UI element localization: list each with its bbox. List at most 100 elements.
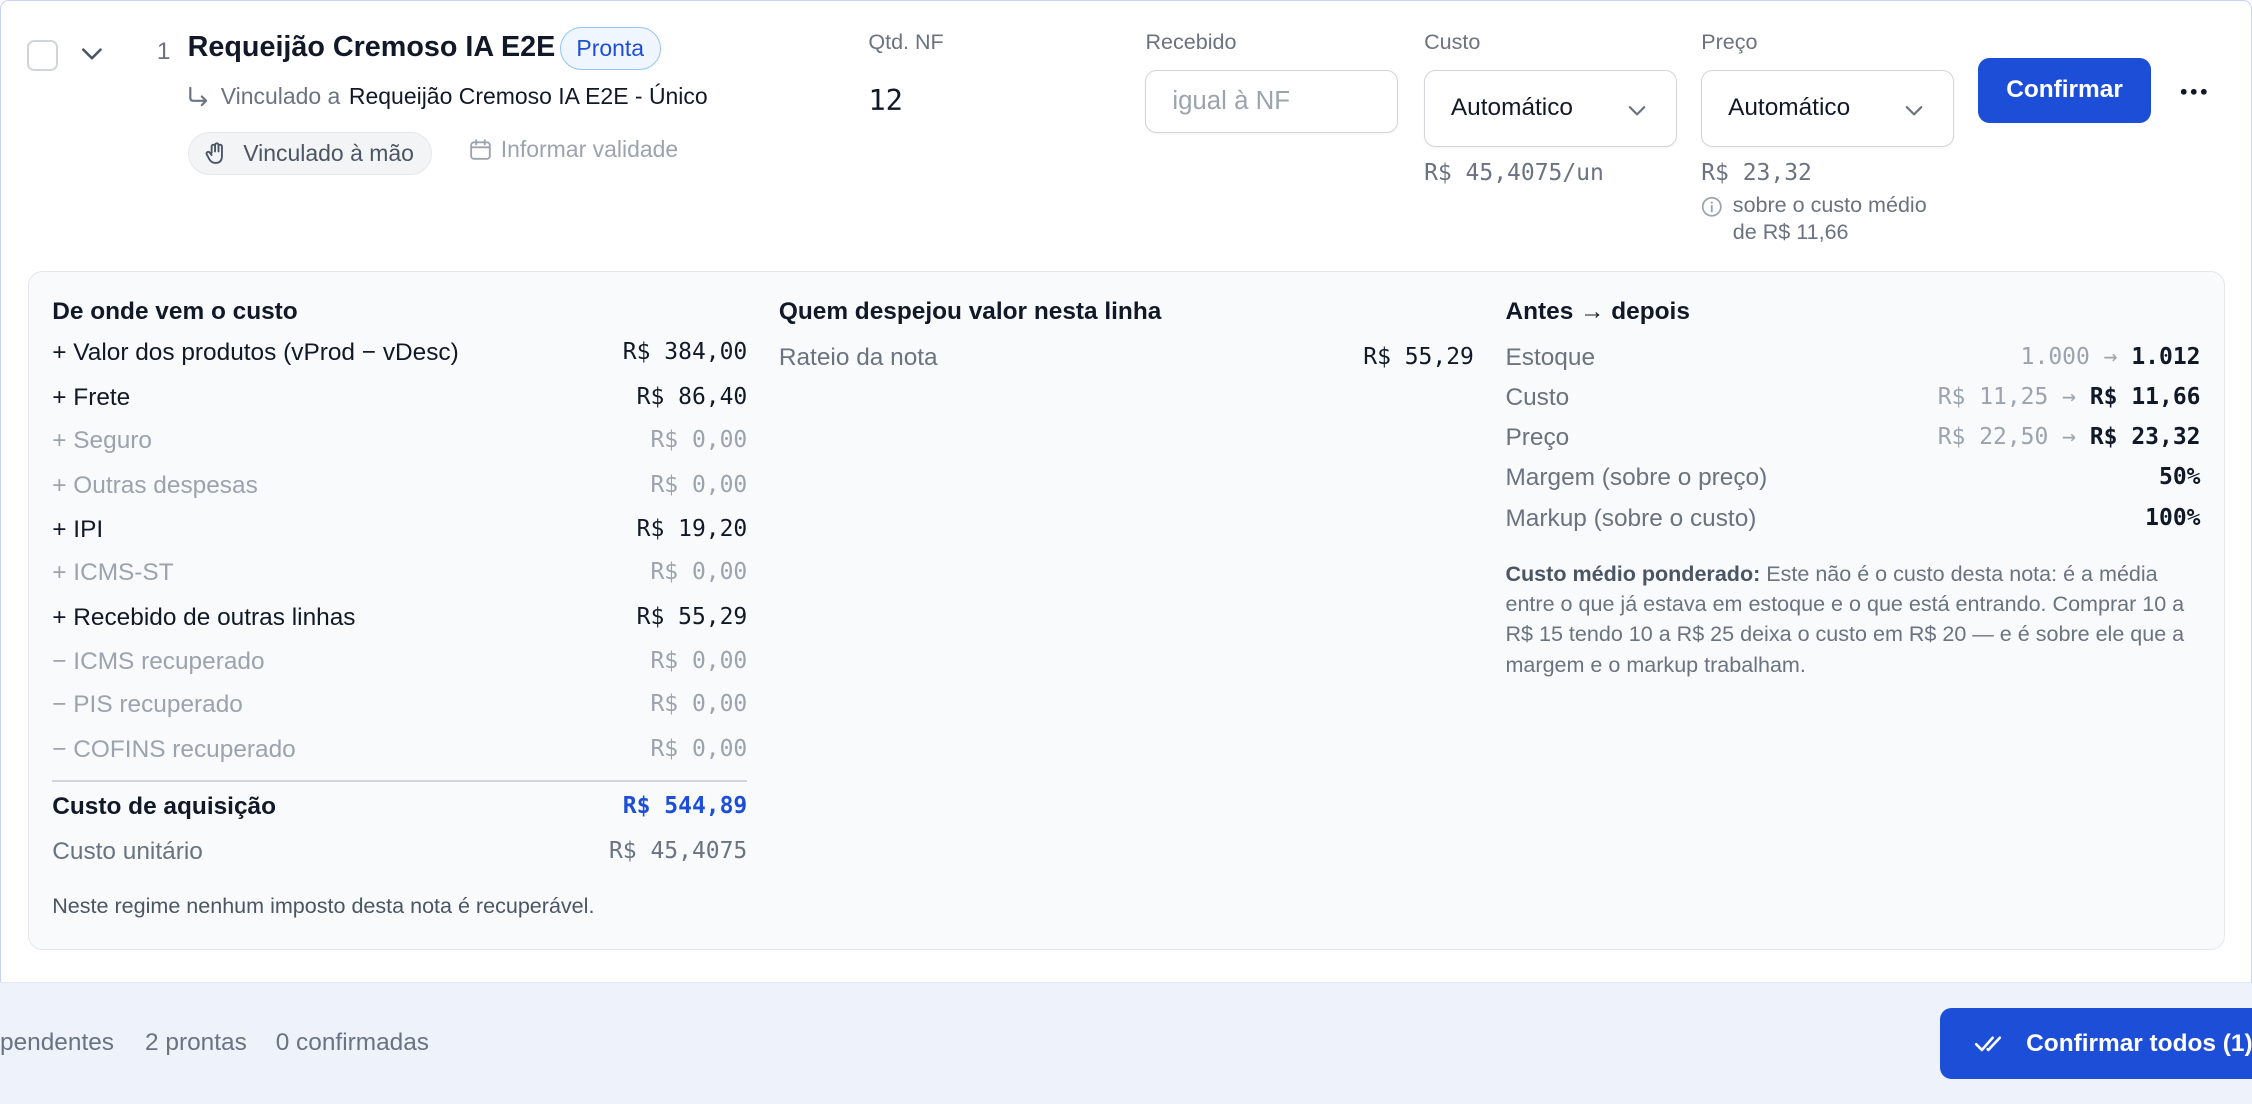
preco-label: Preço xyxy=(1701,29,1758,54)
divider xyxy=(52,780,748,782)
preco-select-value: Automático xyxy=(1728,93,1851,121)
cost-line-value: R$ 19,20 xyxy=(636,516,748,543)
cost-line-label: − PIS recuperado xyxy=(52,691,243,719)
confirm-all-label: Confirmar todos (1) xyxy=(2026,1029,2252,1057)
after-value: 1.012 xyxy=(2131,343,2201,370)
contributor-line: Rateio da nota R$ 55,29 xyxy=(779,344,1474,378)
cost-line-label: + ICMS-ST xyxy=(52,559,174,587)
double-check-icon xyxy=(1975,1036,2002,1052)
after-value: 100% xyxy=(2145,504,2201,531)
recebido-label: Recebido xyxy=(1145,29,1237,54)
cost-line-label: + Outras despesas xyxy=(52,471,258,499)
cost-line-value: R$ 384,00 xyxy=(622,339,748,366)
info-icon xyxy=(1702,197,1722,217)
link-method-label: Vinculado à mão xyxy=(243,139,414,166)
before-after-row: Margem (sobre o preço) 50% xyxy=(1505,464,2200,498)
confirmed-count: 0 confirmadas xyxy=(275,1029,429,1057)
row-checkbox[interactable] xyxy=(26,39,59,72)
preco-select[interactable]: Automático xyxy=(1701,69,1954,148)
status-badge: Pronta xyxy=(559,26,661,70)
row-number: 1 xyxy=(156,38,171,66)
preco-hint: sobre o custo médio de R$ 11,66 xyxy=(1701,192,1945,247)
chevron-down-icon xyxy=(1905,105,1923,116)
before-value: R$ 22,50 xyxy=(1937,424,2049,451)
before-after-row: Preço R$ 22,50 → R$ 23,32 xyxy=(1505,424,2200,458)
before-after-title: Antes → depois xyxy=(1505,297,1690,325)
cost-line-value: R$ 86,40 xyxy=(636,383,748,410)
cost-line-value: R$ 0,00 xyxy=(650,735,748,762)
cost-line-label: + Seguro xyxy=(52,427,152,455)
unit-cost-value: R$ 45,4075 xyxy=(608,837,748,864)
contributor-label: Rateio da nota xyxy=(778,343,938,371)
cost-origin-title: De onde vem o custo xyxy=(52,297,298,325)
before-after-row: Markup (sobre o custo) 100% xyxy=(1505,505,2200,539)
product-name: Requeijão Cremoso IA E2E xyxy=(187,31,556,64)
before-after-label: Custo xyxy=(1505,383,1570,411)
cost-line: + Valor dos produtos (vProd − vDesc) R$ … xyxy=(52,339,747,373)
app-root: 1 Requeijão Cremoso IA E2E Pronta Vincul… xyxy=(0,0,2252,1104)
more-horizontal-icon[interactable] xyxy=(2178,76,2210,108)
before-after-row: Estoque 1.000 → 1.012 xyxy=(1505,344,2200,378)
cost-line: + IPI R$ 19,20 xyxy=(52,516,747,550)
cost-line-label: − ICMS recuperado xyxy=(52,648,265,676)
recebido-input[interactable]: igual à NF xyxy=(1145,69,1399,134)
cost-line: − PIS recuperado R$ 0,00 xyxy=(52,691,747,725)
before-after-row: Custo R$ 11,25 → R$ 11,66 xyxy=(1505,384,2200,418)
link-method-pill[interactable]: Vinculado à mão xyxy=(187,131,433,175)
cost-line-value: R$ 0,00 xyxy=(650,471,748,498)
contributor-value: R$ 55,29 xyxy=(1363,343,1474,370)
cost-line-label: + Recebido de outras linhas xyxy=(52,603,356,631)
cost-line: − COFINS recuperado R$ 0,00 xyxy=(52,736,747,770)
chevron-down-icon xyxy=(1628,105,1646,116)
custo-select[interactable]: Automático xyxy=(1424,69,1677,148)
preco-hint-text: sobre o custo médio de R$ 11,66 xyxy=(1732,192,1927,245)
after-value: 50% xyxy=(2158,464,2201,491)
before-after-label: Markup (sobre o custo) xyxy=(1505,504,1757,532)
custo-unit-value: R$ 45,4075/un xyxy=(1424,160,1604,187)
acquisition-cost-label: Custo de aquisição xyxy=(52,793,277,821)
before-after-label: Estoque xyxy=(1505,343,1596,371)
cost-line-label: + Valor dos produtos (vProd − vDesc) xyxy=(52,339,459,367)
cost-line-label: + IPI xyxy=(52,516,104,544)
cost-line: + Seguro R$ 0,00 xyxy=(52,427,747,461)
confirm-all-button[interactable]: Confirmar todos (1) xyxy=(1940,1007,2252,1080)
before-after-label: Preço xyxy=(1505,424,1570,452)
unit-cost-row: Custo unitário R$ 45,4075 xyxy=(52,838,747,872)
cost-line-label: + Frete xyxy=(52,383,131,411)
custo-select-value: Automático xyxy=(1450,93,1573,121)
cost-line-value: R$ 55,29 xyxy=(636,603,748,630)
qtd-label: Qtd. NF xyxy=(868,29,944,54)
inform-validity-label: Informar validade xyxy=(500,135,679,162)
linked-product-name[interactable]: Requeijão Cremoso IA E2E - Único xyxy=(349,83,708,110)
acquisition-cost-row: Custo de aquisição R$ 544,89 xyxy=(52,793,747,827)
cost-line: + Recebido de outras linhas R$ 55,29 xyxy=(52,604,747,638)
calendar-icon xyxy=(470,139,491,160)
cost-line-value: R$ 0,00 xyxy=(650,559,748,586)
invoice-item-row: 1 Requeijão Cremoso IA E2E Pronta Vincul… xyxy=(0,0,2252,983)
chevron-down-icon[interactable] xyxy=(79,41,105,67)
linked-product-line: Vinculado a Requeijão Cremoso IA E2E - Ú… xyxy=(186,82,708,110)
pending-count: pendentes xyxy=(0,1029,114,1057)
bottom-status-bar: pendentes 2 prontas 0 confirmadas Confir… xyxy=(0,982,2252,1104)
after-value: R$ 23,32 xyxy=(2089,424,2201,451)
cost-line-value: R$ 0,00 xyxy=(650,648,748,675)
before-value: 1.000 xyxy=(2020,343,2090,370)
cost-line: + ICMS-ST R$ 0,00 xyxy=(52,559,747,593)
linked-prefix: Vinculado a xyxy=(220,82,341,109)
ready-count: 2 prontas xyxy=(145,1029,247,1057)
weighted-cost-explanation: Custo médio ponderado: Este não é o cust… xyxy=(1505,559,2206,680)
inform-validity-link[interactable]: Informar validade xyxy=(469,136,678,163)
regime-note: Neste regime nenhum imposto desta nota é… xyxy=(52,893,595,918)
before-after-label: Margem (sobre o preço) xyxy=(1505,464,1768,492)
cost-line: + Outras despesas R$ 0,00 xyxy=(52,472,747,506)
acquisition-cost-value: R$ 544,89 xyxy=(622,793,748,820)
cost-line: − ICMS recuperado R$ 0,00 xyxy=(52,648,747,682)
custo-label: Custo xyxy=(1424,29,1481,54)
link-arrow-icon xyxy=(189,86,208,107)
preco-value: R$ 23,32 xyxy=(1701,160,1812,187)
confirm-button[interactable]: Confirmar xyxy=(1978,58,2151,124)
cost-line: + Frete R$ 86,40 xyxy=(52,384,747,418)
unit-cost-label: Custo unitário xyxy=(52,837,203,865)
contributors-title: Quem despejou valor nesta linha xyxy=(778,297,1162,325)
cost-line-label: − COFINS recuperado xyxy=(52,735,296,763)
